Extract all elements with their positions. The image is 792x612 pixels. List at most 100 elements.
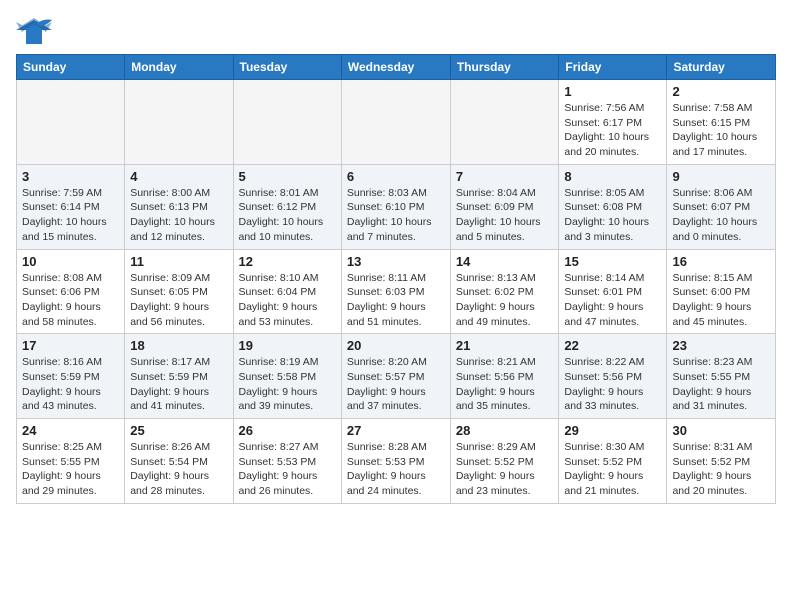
day-info: Sunrise: 8:22 AMSunset: 5:56 PMDaylight:… <box>564 355 661 414</box>
calendar: SundayMondayTuesdayWednesdayThursdayFrid… <box>16 54 776 504</box>
day-header-tuesday: Tuesday <box>233 55 341 80</box>
day-info: Sunrise: 8:14 AMSunset: 6:01 PMDaylight:… <box>564 271 661 330</box>
day-number: 5 <box>239 169 336 184</box>
calendar-header-row: SundayMondayTuesdayWednesdayThursdayFrid… <box>17 55 776 80</box>
day-info: Sunrise: 8:13 AMSunset: 6:02 PMDaylight:… <box>456 271 554 330</box>
day-number: 21 <box>456 338 554 353</box>
calendar-cell: 13Sunrise: 8:11 AMSunset: 6:03 PMDayligh… <box>341 249 450 334</box>
calendar-week-row: 24 Sunrise: 8:25 AMSunset: 5:55 PMDayligh… <box>17 419 776 504</box>
calendar-cell: 16 Sunrise: 8:15 AMSunset: 6:00 PMDayligh… <box>667 249 776 334</box>
calendar-cell <box>233 80 341 165</box>
logo-icon <box>16 16 52 46</box>
calendar-week-row: 17 Sunrise: 8:16 AMSunset: 5:59 PMDayligh… <box>17 334 776 419</box>
day-number: 23 <box>672 338 770 353</box>
day-number: 15 <box>564 254 661 269</box>
day-info: Sunrise: 8:21 AMSunset: 5:56 PMDaylight:… <box>456 355 554 414</box>
day-info: Sunrise: 8:30 AMSunset: 5:52 PMDaylight:… <box>564 440 661 499</box>
calendar-cell: 22 Sunrise: 8:22 AMSunset: 5:56 PMDayligh… <box>559 334 667 419</box>
calendar-cell: 5 Sunrise: 8:01 AMSunset: 6:12 PMDaylight… <box>233 164 341 249</box>
calendar-cell: 9 Sunrise: 8:06 AMSunset: 6:07 PMDaylight… <box>667 164 776 249</box>
day-number: 10 <box>22 254 119 269</box>
day-number: 30 <box>672 423 770 438</box>
day-number: 4 <box>130 169 227 184</box>
day-info: Sunrise: 8:04 AMSunset: 6:09 PMDaylight:… <box>456 186 554 245</box>
day-number: 7 <box>456 169 554 184</box>
header <box>16 16 776 46</box>
day-info: Sunrise: 8:20 AMSunset: 5:57 PMDaylight:… <box>347 355 445 414</box>
day-header-friday: Friday <box>559 55 667 80</box>
day-number: 9 <box>672 169 770 184</box>
day-header-saturday: Saturday <box>667 55 776 80</box>
day-number: 22 <box>564 338 661 353</box>
day-number: 2 <box>672 84 770 99</box>
day-number: 29 <box>564 423 661 438</box>
calendar-cell: 23 Sunrise: 8:23 AMSunset: 5:55 PMDayligh… <box>667 334 776 419</box>
day-info: Sunrise: 8:25 AMSunset: 5:55 PMDaylight:… <box>22 440 119 499</box>
calendar-cell: 3Sunrise: 7:59 AMSunset: 6:14 PMDaylight… <box>17 164 125 249</box>
day-info: Sunrise: 8:06 AMSunset: 6:07 PMDaylight:… <box>672 186 770 245</box>
day-header-monday: Monday <box>125 55 233 80</box>
day-info: Sunrise: 8:15 AMSunset: 6:00 PMDaylight:… <box>672 271 770 330</box>
calendar-week-row: 3Sunrise: 7:59 AMSunset: 6:14 PMDaylight… <box>17 164 776 249</box>
calendar-week-row: 10Sunrise: 8:08 AMSunset: 6:06 PMDayligh… <box>17 249 776 334</box>
day-info: Sunrise: 7:58 AMSunset: 6:15 PMDaylight:… <box>672 101 770 160</box>
day-number: 18 <box>130 338 227 353</box>
day-info: Sunrise: 8:23 AMSunset: 5:55 PMDaylight:… <box>672 355 770 414</box>
day-number: 20 <box>347 338 445 353</box>
day-number: 17 <box>22 338 119 353</box>
calendar-cell: 29 Sunrise: 8:30 AMSunset: 5:52 PMDayligh… <box>559 419 667 504</box>
calendar-cell: 4Sunrise: 8:00 AMSunset: 6:13 PMDaylight… <box>125 164 233 249</box>
day-info: Sunrise: 8:28 AMSunset: 5:53 PMDaylight:… <box>347 440 445 499</box>
calendar-cell: 17 Sunrise: 8:16 AMSunset: 5:59 PMDayligh… <box>17 334 125 419</box>
day-info: Sunrise: 8:16 AMSunset: 5:59 PMDaylight:… <box>22 355 119 414</box>
day-number: 26 <box>239 423 336 438</box>
calendar-cell: 7 Sunrise: 8:04 AMSunset: 6:09 PMDaylight… <box>450 164 559 249</box>
calendar-cell: 12 Sunrise: 8:10 AMSunset: 6:04 PMDayligh… <box>233 249 341 334</box>
calendar-cell: 18 Sunrise: 8:17 AMSunset: 5:59 PMDayligh… <box>125 334 233 419</box>
day-info: Sunrise: 8:27 AMSunset: 5:53 PMDaylight:… <box>239 440 336 499</box>
day-number: 16 <box>672 254 770 269</box>
day-number: 24 <box>22 423 119 438</box>
day-header-wednesday: Wednesday <box>341 55 450 80</box>
day-info: Sunrise: 8:29 AMSunset: 5:52 PMDaylight:… <box>456 440 554 499</box>
day-number: 3 <box>22 169 119 184</box>
calendar-cell <box>17 80 125 165</box>
calendar-cell: 14 Sunrise: 8:13 AMSunset: 6:02 PMDayligh… <box>450 249 559 334</box>
calendar-cell: 1 Sunrise: 7:56 AMSunset: 6:17 PMDaylight… <box>559 80 667 165</box>
day-info: Sunrise: 8:31 AMSunset: 5:52 PMDaylight:… <box>672 440 770 499</box>
day-info: Sunrise: 8:17 AMSunset: 5:59 PMDaylight:… <box>130 355 227 414</box>
day-number: 13 <box>347 254 445 269</box>
day-info: Sunrise: 7:56 AMSunset: 6:17 PMDaylight:… <box>564 101 661 160</box>
calendar-cell: 25 Sunrise: 8:26 AMSunset: 5:54 PMDayligh… <box>125 419 233 504</box>
day-number: 14 <box>456 254 554 269</box>
day-number: 19 <box>239 338 336 353</box>
day-number: 6 <box>347 169 445 184</box>
calendar-cell: 15 Sunrise: 8:14 AMSunset: 6:01 PMDayligh… <box>559 249 667 334</box>
day-info: Sunrise: 8:10 AMSunset: 6:04 PMDaylight:… <box>239 271 336 330</box>
day-number: 28 <box>456 423 554 438</box>
calendar-cell: 20 Sunrise: 8:20 AMSunset: 5:57 PMDayligh… <box>341 334 450 419</box>
calendar-cell: 2 Sunrise: 7:58 AMSunset: 6:15 PMDaylight… <box>667 80 776 165</box>
day-number: 27 <box>347 423 445 438</box>
calendar-cell: 27 Sunrise: 8:28 AMSunset: 5:53 PMDayligh… <box>341 419 450 504</box>
calendar-cell <box>341 80 450 165</box>
day-header-sunday: Sunday <box>17 55 125 80</box>
calendar-cell: 6 Sunrise: 8:03 AMSunset: 6:10 PMDaylight… <box>341 164 450 249</box>
calendar-week-row: 1 Sunrise: 7:56 AMSunset: 6:17 PMDaylight… <box>17 80 776 165</box>
calendar-cell <box>450 80 559 165</box>
day-number: 1 <box>564 84 661 99</box>
day-header-thursday: Thursday <box>450 55 559 80</box>
day-number: 25 <box>130 423 227 438</box>
calendar-cell: 28 Sunrise: 8:29 AMSunset: 5:52 PMDayligh… <box>450 419 559 504</box>
day-info: Sunrise: 8:01 AMSunset: 6:12 PMDaylight:… <box>239 186 336 245</box>
calendar-cell: 8 Sunrise: 8:05 AMSunset: 6:08 PMDaylight… <box>559 164 667 249</box>
calendar-cell: 11Sunrise: 8:09 AMSunset: 6:05 PMDayligh… <box>125 249 233 334</box>
day-info: Sunrise: 8:26 AMSunset: 5:54 PMDaylight:… <box>130 440 227 499</box>
calendar-cell: 21 Sunrise: 8:21 AMSunset: 5:56 PMDayligh… <box>450 334 559 419</box>
day-info: Sunrise: 8:03 AMSunset: 6:10 PMDaylight:… <box>347 186 445 245</box>
day-info: Sunrise: 8:05 AMSunset: 6:08 PMDaylight:… <box>564 186 661 245</box>
calendar-cell: 26 Sunrise: 8:27 AMSunset: 5:53 PMDayligh… <box>233 419 341 504</box>
day-number: 8 <box>564 169 661 184</box>
calendar-cell <box>125 80 233 165</box>
day-number: 12 <box>239 254 336 269</box>
